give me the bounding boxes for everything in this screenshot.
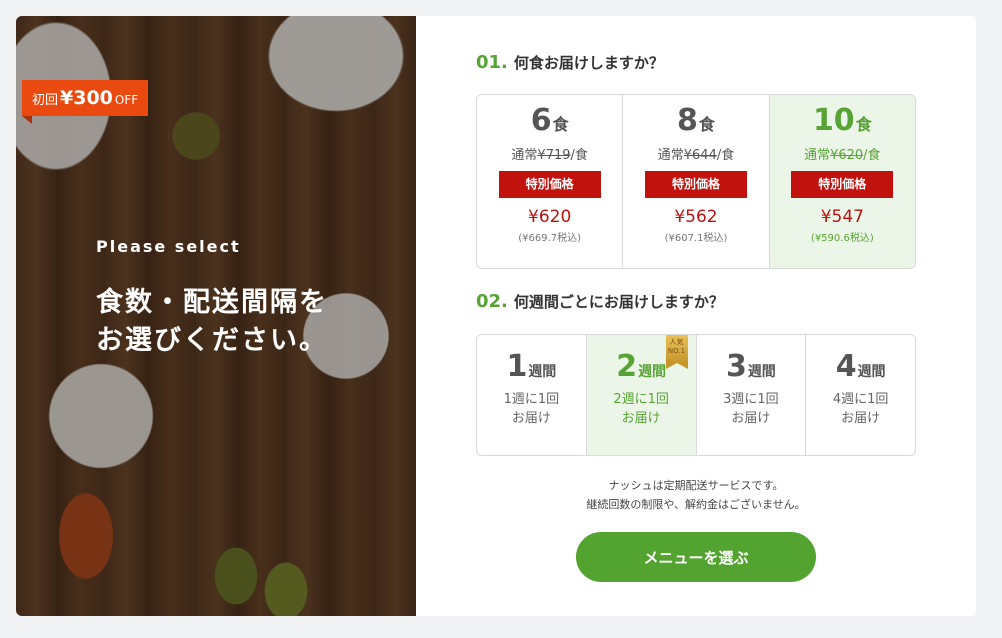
step1-number: 01. [476,52,508,73]
interval-unit: 週間 [857,364,886,380]
meal-count: 8 [677,103,698,138]
interval-count: 4 [835,349,857,384]
interval-description: 3週に1回 お届け [723,392,779,426]
regular-price: 通常¥644/食 [657,148,735,163]
step2-title: 何週間ごとにお届けしますか？ [513,293,724,311]
subscription-note: ナッシュは定期配送サービスです。 継続回数の制限や、解約金はございません。 [476,476,916,514]
first-order-discount-badge: 初回 ¥300 OFF [22,80,149,124]
interval-description: 1週に1回 お届け [503,392,560,426]
meal-unit: 食 [552,115,569,134]
interval-option-3-weeks[interactable]: 3週間 3週に1回 お届け [697,335,807,455]
meal-count-options: 6食 通常¥719/食 特別価格 ¥620 (¥669.7税込) 8食 通常¥6… [476,94,916,269]
special-price-label: 特別価格 [791,171,894,198]
interval-unit: 週間 [747,364,776,380]
interval-option-2-weeks[interactable]: 人気 NO.1 2週間 2週に1回 お届け [586,335,697,455]
meal-count: 10 [812,103,855,138]
delivery-interval-options: 1週間 1週に1回 お届け 人気 NO.1 2週間 2週に1回 お届け 3週間 3週に… [476,334,916,456]
interval-description: 4週に1回 お届け [832,392,889,426]
tax-included-price: (¥669.7税込) [518,233,582,244]
regular-price: 通常¥620/食 [804,148,881,163]
regular-price: 通常¥719/食 [511,148,588,163]
step2-heading: 02. 何週間ごとにお届けしますか？ [476,291,724,312]
hero-title: 食数・配送間隔を お選びください。 [96,284,328,360]
choose-menu-button[interactable]: メニューを選ぶ [576,532,816,582]
meal-option-6[interactable]: 6食 通常¥719/食 特別価格 ¥620 (¥669.7税込) [477,95,624,268]
meal-unit: 食 [698,115,715,134]
interval-count: 3 [725,349,747,384]
note-line1: ナッシュは定期配送サービスです。 [608,479,784,492]
popular-no1-ribbon: 人気 NO.1 [665,335,688,369]
meal-option-8[interactable]: 8食 通常¥644/食 特別価格 ¥562 (¥607.1税込) [623,95,770,268]
interval-option-4-weeks[interactable]: 4週間 4週に1回 お届け [806,335,915,455]
interval-unit: 週間 [638,364,667,380]
hero-title-line1: 食数・配送間隔を [96,287,328,318]
interval-description: 2週に1回 お届け [613,392,669,426]
promo-prefix: 初回 [32,93,59,108]
meal-count: 6 [530,103,552,138]
interval-unit: 週間 [528,364,557,380]
special-price: ¥562 [674,207,718,227]
meal-option-10[interactable]: 10食 通常¥620/食 特別価格 ¥547 (¥590.6税込) [769,95,915,268]
step1-title: 何食お届けしますか？ [513,54,664,72]
special-price-label: 特別価格 [644,171,747,198]
special-price: ¥620 [528,207,572,227]
step2-number: 02. [476,291,508,312]
interval-option-1-week[interactable]: 1週間 1週に1回 お届け [477,335,587,455]
interval-count: 1 [506,349,528,384]
meal-unit: 食 [855,115,872,134]
hero-title-line2: お選びください。 [96,325,328,356]
special-price-label: 特別価格 [498,171,601,198]
special-price: ¥547 [820,207,864,227]
hero-subtitle: Please select [96,237,241,256]
step1-heading: 01. 何食お届けしますか？ [476,52,664,73]
tax-included-price: (¥590.6税込) [810,233,874,244]
tax-included-price: (¥607.1税込) [664,233,728,244]
note-line2: 継続回数の制限や、解約金はございません。 [586,498,806,511]
interval-count: 2 [616,349,638,384]
promo-suffix: OFF [114,93,139,107]
promo-amount: ¥300 [60,87,113,109]
